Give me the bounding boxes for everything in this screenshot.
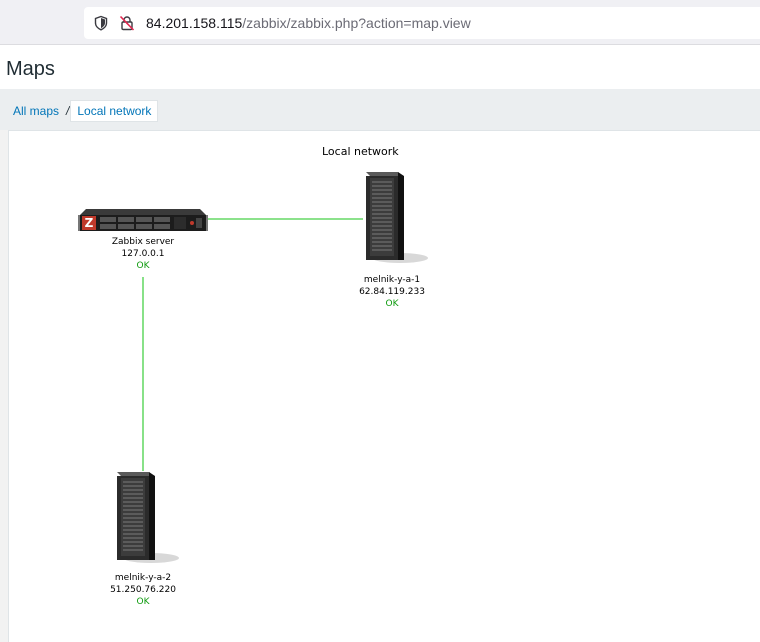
host-name: Zabbix server <box>111 237 175 247</box>
host-status: OK <box>385 299 399 309</box>
breadcrumb-current-map[interactable]: Local network <box>70 100 159 122</box>
host-label-melnik-y-a-1[interactable]: melnik-y-a-1 62.84.119.233 OK <box>359 274 425 310</box>
page-header: Maps <box>0 45 760 90</box>
shield-icon[interactable] <box>93 15 109 31</box>
lock-icon[interactable] <box>119 15 135 31</box>
host-name: melnik-y-a-1 <box>363 275 421 285</box>
host-label-melnik-y-a-2[interactable]: melnik-y-a-2 51.250.76.220 OK <box>110 572 176 608</box>
svg-text:Z: Z <box>85 216 94 230</box>
page-title: Maps <box>6 58 55 80</box>
map-title: Local network <box>322 145 399 158</box>
host-ip: 62.84.119.233 <box>359 287 425 297</box>
tower-server-icon[interactable] <box>113 470 179 566</box>
url-path: /zabbix/zabbix.php?action=map.view <box>242 15 471 31</box>
host-status: OK <box>136 261 150 271</box>
url-host: 84.201.158.115 <box>146 15 243 31</box>
host-ip: 127.0.0.1 <box>121 249 165 259</box>
breadcrumb-all-maps[interactable]: All maps <box>7 102 65 120</box>
host-ip: 51.250.76.220 <box>110 585 176 595</box>
breadcrumb-bar: All maps / Local network <box>0 90 760 130</box>
tower-server-icon[interactable] <box>362 170 428 266</box>
address-bar[interactable]: 84.201.158.115/zabbix/zabbix.php?action=… <box>84 7 760 39</box>
host-name: melnik-y-a-2 <box>114 573 172 583</box>
browser-toolbar: 84.201.158.115/zabbix/zabbix.php?action=… <box>0 0 760 45</box>
host-status: OK <box>136 597 150 607</box>
host-label-zabbix-server[interactable]: Zabbix server 127.0.0.1 OK <box>112 236 174 272</box>
rack-server-icon[interactable]: Z <box>78 205 208 235</box>
breadcrumb: All maps / Local network <box>7 100 159 122</box>
url-text: 84.201.158.115/zabbix/zabbix.php?action=… <box>146 15 471 31</box>
map-canvas: Local network Z Zabbix server 127.0.0.1 … <box>8 130 760 642</box>
